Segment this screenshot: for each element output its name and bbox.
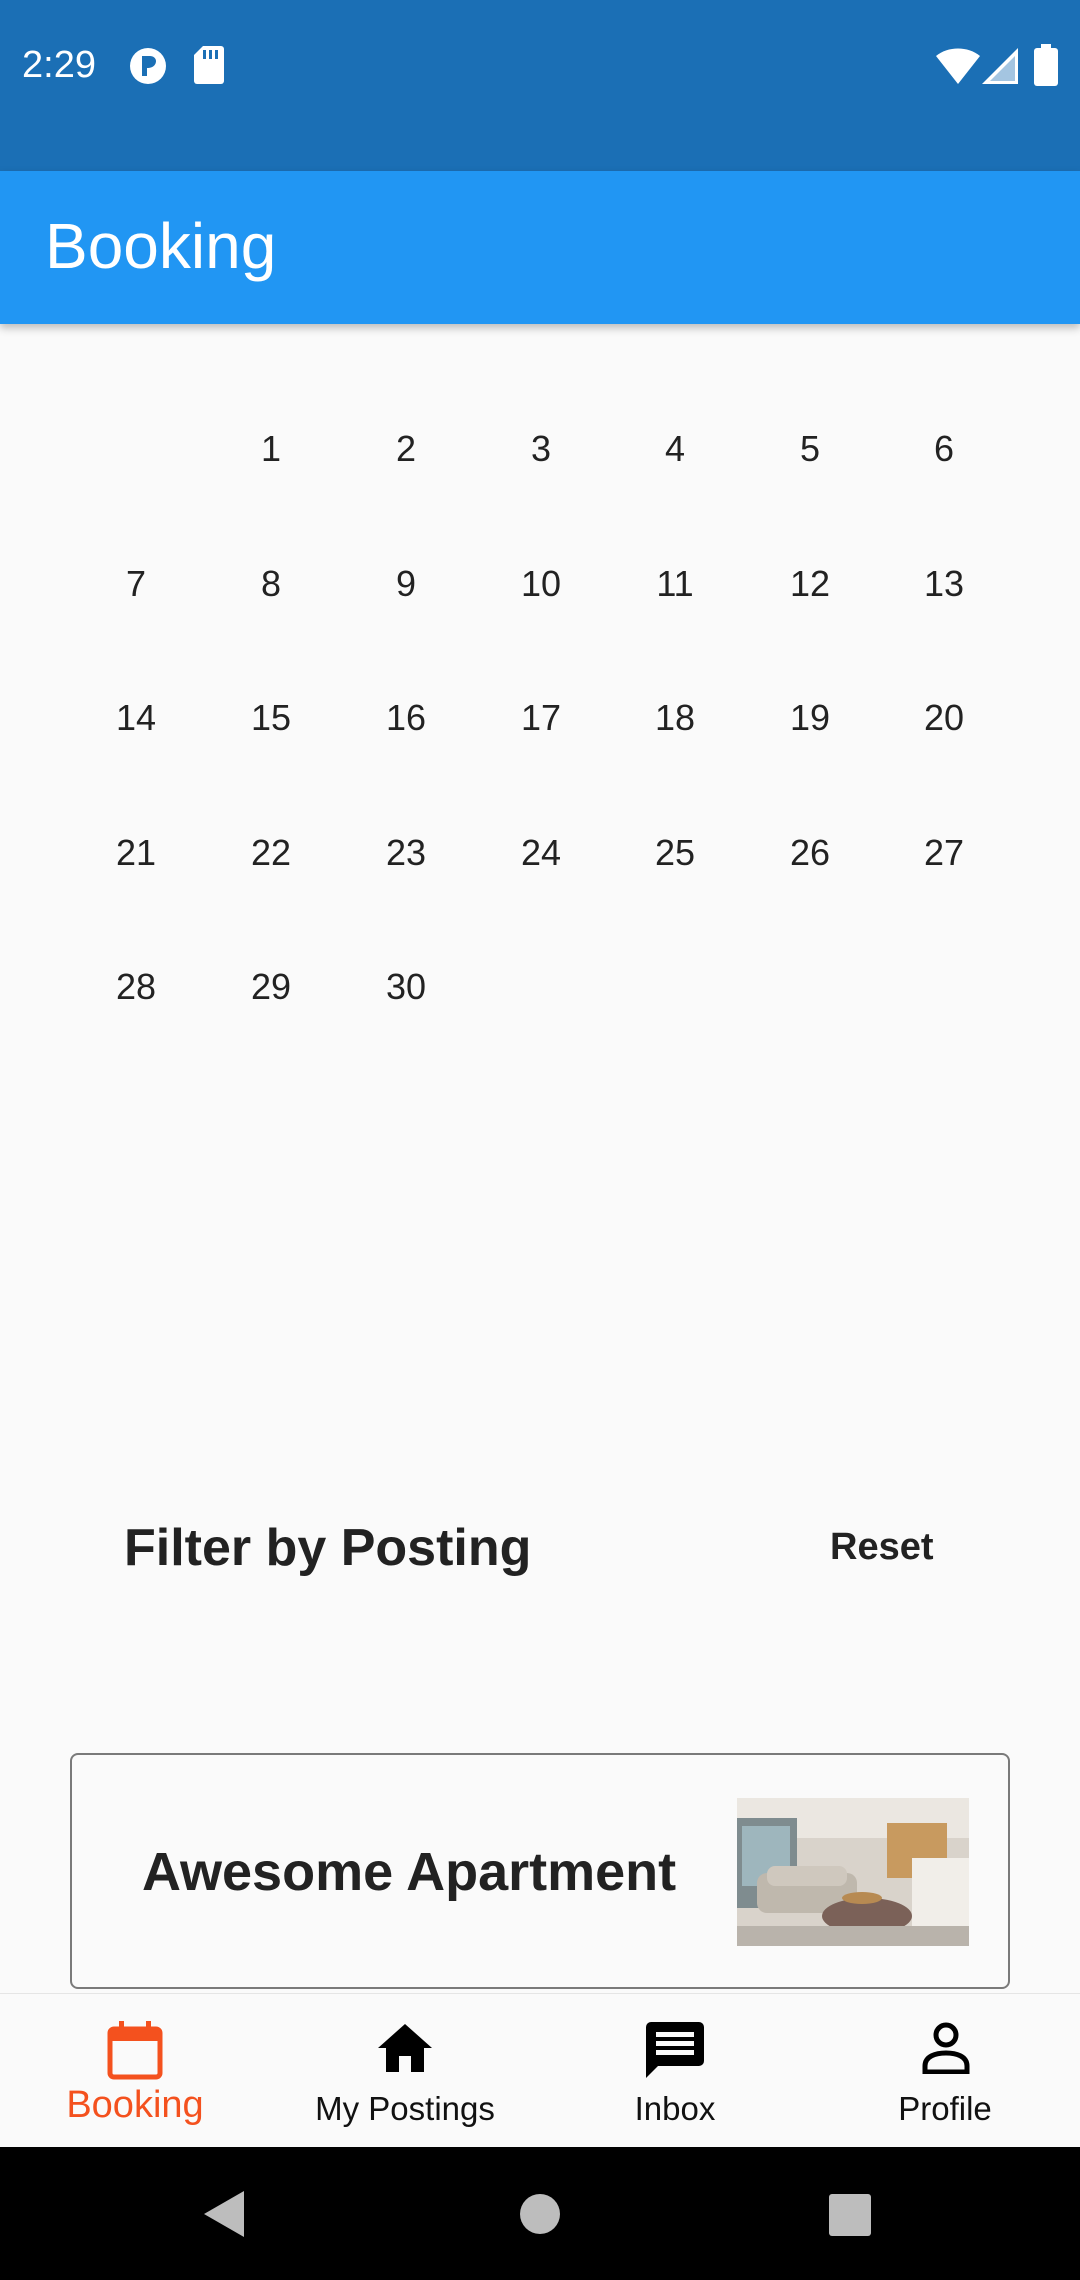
calendar-day[interactable]: 19 xyxy=(760,697,860,739)
calendar-day[interactable]: 26 xyxy=(760,832,860,874)
status-time: 2:29 xyxy=(22,44,96,86)
calendar-day[interactable]: 24 xyxy=(491,832,591,874)
message-icon xyxy=(646,2022,704,2078)
calendar-day[interactable]: 17 xyxy=(491,697,591,739)
posting-thumbnail xyxy=(737,1798,969,1946)
calendar-day[interactable]: 16 xyxy=(356,697,456,739)
back-icon[interactable] xyxy=(204,2191,244,2237)
calendar-day[interactable]: 12 xyxy=(760,563,860,605)
calendar-day[interactable]: 23 xyxy=(356,832,456,874)
status-bar: 2:29 xyxy=(0,0,1080,171)
calendar-day[interactable]: 3 xyxy=(491,428,591,470)
system-navigation-bar xyxy=(0,2147,1080,2280)
calendar-day[interactable]: 10 xyxy=(491,563,591,605)
calendar-day[interactable]: 14 xyxy=(86,697,186,739)
nav-item-profile[interactable]: Profile xyxy=(810,1994,1080,2148)
posting-name: Awesome Apartment xyxy=(142,1842,677,1902)
filter-title: Filter by Posting xyxy=(124,1519,532,1577)
calendar-day[interactable]: 20 xyxy=(894,697,994,739)
calendar-day[interactable]: 15 xyxy=(221,697,321,739)
calendar-day[interactable]: 1 xyxy=(221,428,321,470)
calendar-day[interactable]: 25 xyxy=(625,832,725,874)
nav-item-my-postings[interactable]: My Postings xyxy=(270,1994,540,2148)
bottom-navigation: Booking My Postings Inbox Profile xyxy=(0,1993,1080,2148)
calendar-day[interactable]: 11 xyxy=(625,563,725,605)
posting-card[interactable]: Awesome Apartment xyxy=(70,1753,1010,1989)
nav-label-profile: Profile xyxy=(898,2090,992,2127)
recents-icon[interactable] xyxy=(829,2194,871,2236)
calendar-day[interactable]: 29 xyxy=(221,966,321,1008)
nav-label-inbox: Inbox xyxy=(634,2090,716,2127)
battery-icon xyxy=(1034,44,1058,86)
nav-item-inbox[interactable]: Inbox xyxy=(540,1994,810,2148)
cellular-signal-icon xyxy=(982,48,1018,84)
calendar-day[interactable]: 8 xyxy=(221,563,321,605)
calendar-day[interactable]: 9 xyxy=(356,563,456,605)
wifi-icon xyxy=(936,48,980,84)
calendar-day[interactable]: 13 xyxy=(894,563,994,605)
calendar-day[interactable]: 22 xyxy=(221,832,321,874)
calendar-day[interactable]: 30 xyxy=(356,966,456,1008)
person-icon xyxy=(922,2022,970,2074)
calendar-day[interactable]: 2 xyxy=(356,428,456,470)
calendar-day[interactable]: 7 xyxy=(86,563,186,605)
calendar-day[interactable]: 6 xyxy=(894,428,994,470)
reset-button[interactable]: Reset xyxy=(810,1522,954,1573)
calendar-day[interactable]: 4 xyxy=(625,428,725,470)
calendar-day[interactable]: 27 xyxy=(894,832,994,874)
calendar-icon xyxy=(107,2021,163,2080)
home-icon xyxy=(378,2024,432,2072)
app-notification-icon xyxy=(130,48,166,84)
calendar-day[interactable]: 28 xyxy=(86,966,186,1008)
nav-label-my-postings: My Postings xyxy=(315,2090,495,2127)
calendar-day[interactable]: 5 xyxy=(760,428,860,470)
sd-card-icon xyxy=(194,46,224,84)
calendar-day[interactable]: 21 xyxy=(86,832,186,874)
page-title: Booking xyxy=(45,210,277,282)
calendar-day[interactable]: 18 xyxy=(625,697,725,739)
app-bar: Booking xyxy=(0,171,1080,324)
home-button-icon[interactable] xyxy=(519,2193,561,2235)
nav-label-booking: Booking xyxy=(66,2084,204,2126)
nav-item-booking[interactable]: Booking xyxy=(0,1994,270,2148)
